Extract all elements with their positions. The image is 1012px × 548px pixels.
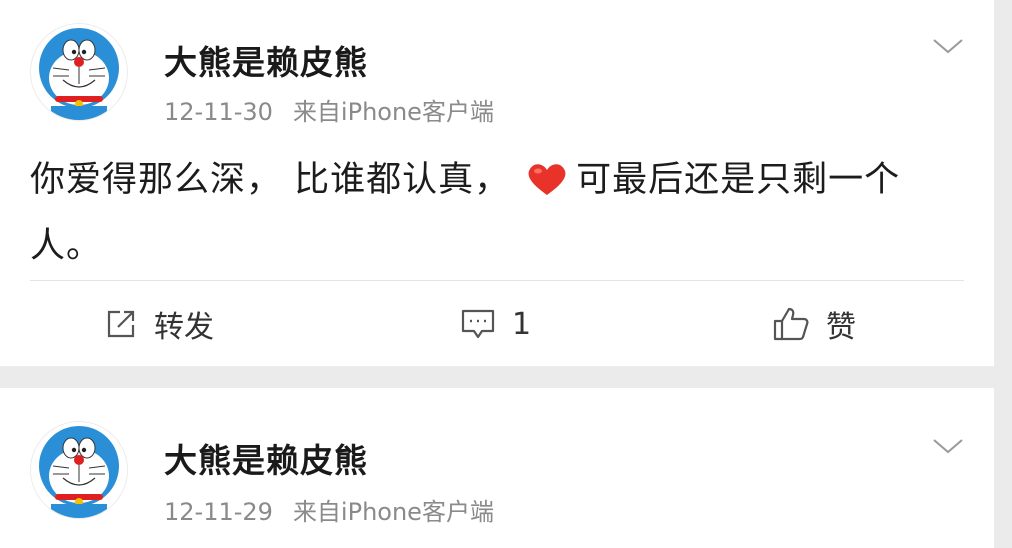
post-source: 来自iPhone客户端 xyxy=(292,498,494,526)
divider xyxy=(30,280,964,281)
repost-icon xyxy=(107,310,135,338)
author-name[interactable]: 大熊是赖皮熊 xyxy=(164,434,368,482)
repost-button[interactable]: 转发 xyxy=(104,300,214,348)
comment-button[interactable]: 1 xyxy=(460,300,531,348)
thumbs-up-icon xyxy=(773,307,809,341)
post-meta: 12-11-29 来自iPhone客户端 xyxy=(164,492,494,527)
post-content: 你爱得那么深， 比谁都认真， 可最后还是只剩一个人。 xyxy=(30,150,970,276)
more-options-chevron-icon[interactable] xyxy=(928,434,968,460)
like-label: 赞 xyxy=(826,310,856,345)
author-name[interactable]: 大熊是赖皮熊 xyxy=(164,36,368,84)
avatar[interactable] xyxy=(31,422,127,518)
doraemon-avatar-icon xyxy=(39,426,119,518)
heart-emoji-icon xyxy=(526,156,568,216)
post-source: 来自iPhone客户端 xyxy=(292,98,494,126)
post-text-part1: 你爱得那么深， 比谁都认真， xyxy=(30,160,511,200)
post-date: 12-11-29 xyxy=(164,498,273,526)
comment-icon xyxy=(461,309,495,339)
repost-label: 转发 xyxy=(154,310,214,345)
avatar[interactable] xyxy=(31,24,127,120)
more-options-chevron-icon[interactable] xyxy=(928,34,968,60)
like-button[interactable]: 赞 xyxy=(772,300,856,348)
post-card: 大熊是赖皮熊 12-11-30 来自iPhone客户端 你爱得那么深， 比谁都认真… xyxy=(0,0,994,366)
doraemon-avatar-icon xyxy=(39,28,119,120)
comment-count: 1 xyxy=(512,306,532,342)
post-meta: 12-11-30 来自iPhone客户端 xyxy=(164,92,494,127)
post-date: 12-11-30 xyxy=(164,98,273,126)
post-card: 大熊是赖皮熊 12-11-29 来自iPhone客户端 xyxy=(0,388,994,548)
